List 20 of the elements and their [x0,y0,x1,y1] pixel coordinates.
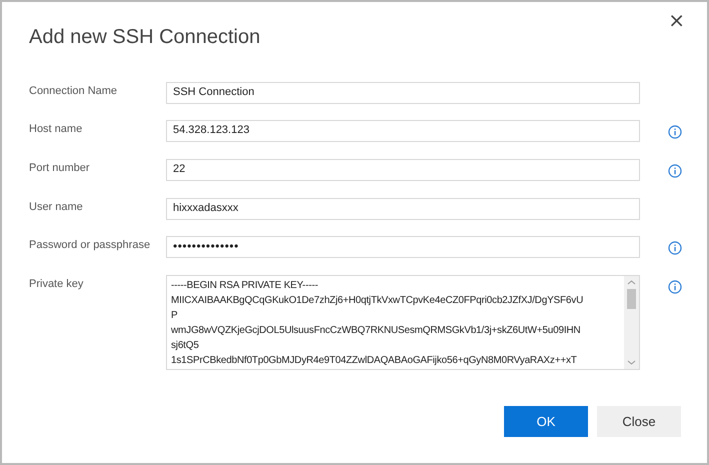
input-field[interactable]: 54.328.123.123 [166,120,640,142]
info-icon[interactable] [668,125,682,139]
field-label: Private key [29,277,84,290]
dialog-title: Add new SSH Connection [29,26,262,49]
info-icon[interactable] [668,164,682,178]
field-label: Host name [29,122,84,135]
info-icon[interactable] [668,280,682,294]
scrollbar-drawing[interactable] [624,276,639,369]
input-field[interactable]: hixxxadasxxx [166,198,640,220]
field-label: Password or passphrase [29,238,152,251]
field-label: User name [29,200,84,213]
ok-button[interactable]: OK [504,406,588,437]
password-field[interactable]: •••••••••••••• [166,236,640,258]
private-key-field[interactable]: -----BEGIN RSA PRIVATE KEY----- MIICXAIBAAKBgQCqGKukO1De7zhZj6+H0qtjTkVxwTCpvKe4eCZ0FPqri0cb2JZfXJ/DgYSF6vU P wmJG8wVQZKjeGcjDOL5UlsuusFncCzWBQ7RKNUSesmQRMSGkVb1/3j+skZ6UtW+5u09IHN sj6tQ5 1s1SPrCBkedbNf0Tp0GbMJDyR4e9T04ZZwlDAQABAoGAFijko56+qGyN8M0RVyaRAXz++xT [166,275,640,370]
input-field[interactable]: SSH Connection [166,82,640,104]
field-label: Connection Name [29,84,118,97]
close-button[interactable]: Close [597,406,681,437]
info-icon[interactable] [668,241,682,255]
input-field[interactable]: 22 [166,159,640,181]
field-label: Port number [29,161,91,174]
